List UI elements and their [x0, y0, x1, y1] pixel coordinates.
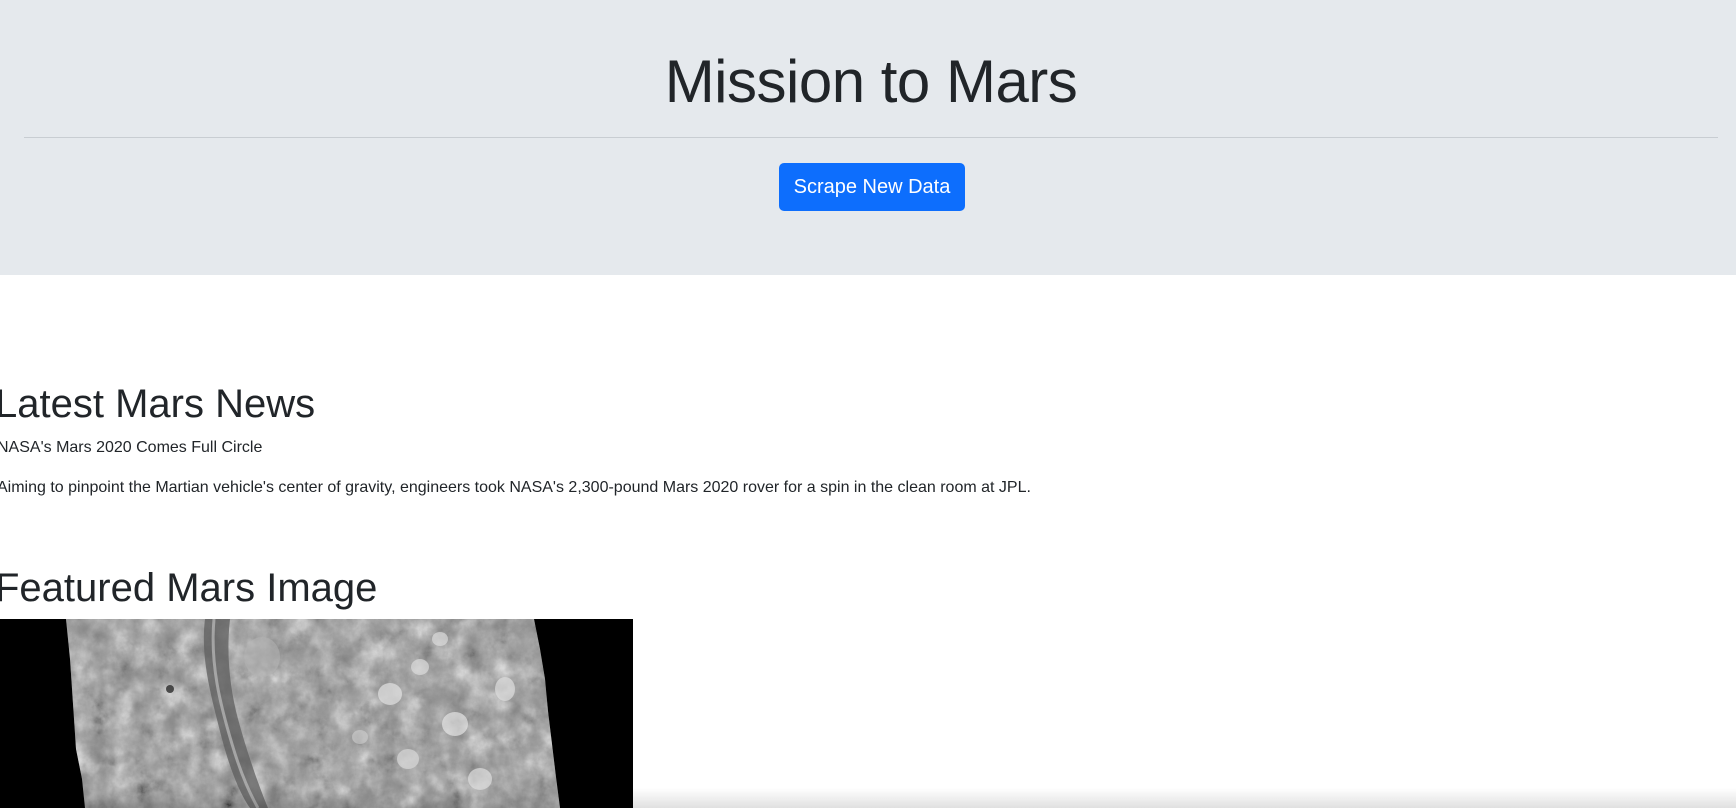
news-teaser: Aiming to pinpoint the Martian vehicle's…: [0, 479, 1031, 496]
page-title: Mission to Mars: [664, 48, 1078, 115]
mars-terrain-image: [0, 619, 633, 808]
scrape-new-data-button[interactable]: Scrape New Data: [779, 163, 965, 211]
jumbotron-header: Mission to Mars Scrape New Data: [0, 0, 1736, 275]
news-title: NASA's Mars 2020 Comes Full Circle: [0, 439, 263, 456]
featured-image-heading: Featured Mars Image: [0, 566, 378, 610]
featured-mars-image: [0, 619, 633, 808]
header-divider: [24, 137, 1718, 138]
latest-news-heading: Latest Mars News: [0, 382, 316, 426]
